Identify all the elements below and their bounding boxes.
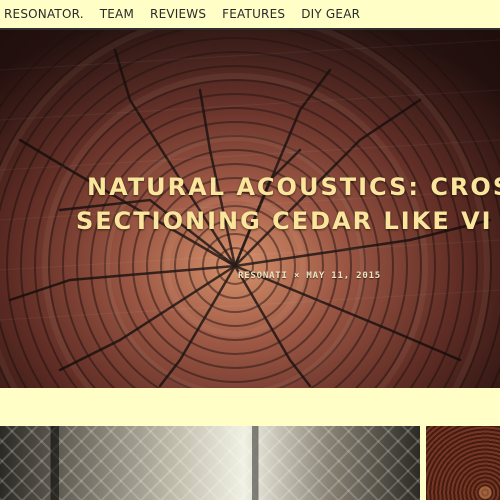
thumbnail-fence[interactable]	[0, 426, 420, 500]
nav-item-resonator[interactable]: RESONATOR.	[4, 7, 84, 21]
content-spacer	[0, 388, 500, 426]
hero-title-line-2[interactable]: SECTIONING CEDAR LIKE VI	[76, 204, 500, 238]
nav-item-diy-gear[interactable]: DIY GEAR	[301, 7, 360, 21]
hero-banner: NATURAL ACOUSTICS: CROSS SECTIONING CEDA…	[0, 30, 500, 388]
thumbnail-row	[0, 426, 500, 500]
thumbnail-wood[interactable]	[426, 426, 500, 500]
hero-title[interactable]: NATURAL ACOUSTICS: CROSS SECTIONING CEDA…	[76, 170, 500, 238]
nav-item-features[interactable]: FEATURES	[222, 7, 285, 21]
fence-posts	[0, 426, 420, 500]
top-navigation: RESONATOR. TEAM REVIEWS FEATURES DIY GEA…	[0, 0, 500, 30]
hero-meta: RESONATI × MAY 11, 2015	[238, 271, 382, 281]
nav-item-reviews[interactable]: REVIEWS	[150, 7, 206, 21]
hero-title-line-1[interactable]: NATURAL ACOUSTICS: CROSS	[76, 170, 500, 204]
wood-texture	[426, 426, 500, 500]
nav-item-team[interactable]: TEAM	[100, 7, 134, 21]
